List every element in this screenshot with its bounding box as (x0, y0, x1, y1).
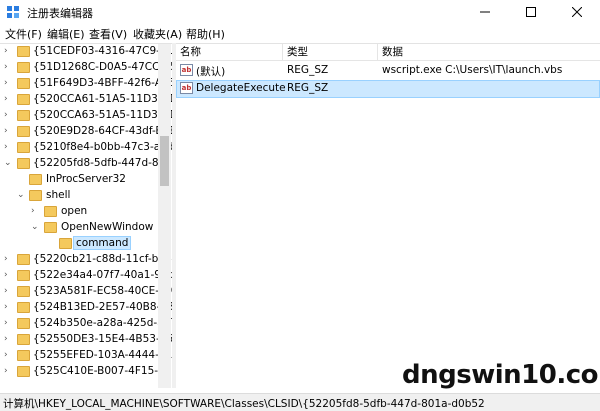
reg-string-icon: ab (180, 64, 193, 76)
tree-item-selected[interactable]: command (0, 236, 158, 252)
maximize-button[interactable] (508, 0, 554, 24)
tree-item[interactable]: › {5255EFED-103A-4444-B124 (0, 348, 172, 364)
folder-icon (17, 126, 30, 137)
menu-bar: 文件(F) 编辑(E) 查看(V) 收藏夹(A) 帮助(H) (0, 24, 600, 43)
folder-icon (44, 206, 57, 217)
tree-item[interactable]: › {520CCA61-51A5-11D3-914 (0, 92, 172, 108)
menu-file[interactable]: 文件(F) (5, 26, 42, 42)
tree-item[interactable]: › open (0, 204, 158, 220)
reg-string-icon: ab (180, 82, 193, 94)
menu-favorites[interactable]: 收藏夹(A) (133, 26, 182, 42)
chevron-right-icon[interactable]: › (4, 303, 13, 312)
chevron-right-icon[interactable]: › (4, 111, 13, 120)
tree-item[interactable]: InProcServer32 (0, 172, 158, 188)
status-bar: 计算机\HKEY_LOCAL_MACHINE\SOFTWARE\Classes\… (0, 393, 600, 411)
folder-icon (17, 254, 30, 265)
chevron-right-icon[interactable]: › (4, 79, 13, 88)
menu-help[interactable]: 帮助(H) (186, 26, 225, 42)
chevron-right-icon[interactable]: › (4, 351, 13, 360)
folder-icon (17, 350, 30, 361)
tree-item[interactable]: › {51CEDF03-4316-47C9-8100 (0, 44, 172, 60)
menu-edit[interactable]: 编辑(E) (47, 26, 85, 42)
folder-icon (17, 334, 30, 345)
value-name: DelegateExecute (196, 82, 286, 94)
folder-icon (59, 238, 72, 249)
chevron-right-icon[interactable]: › (31, 207, 40, 216)
folder-icon (17, 158, 30, 169)
chevron-right-icon[interactable]: › (4, 287, 13, 296)
tree-item[interactable]: › {5220cb21-c88d-11cf-b347 (0, 252, 172, 268)
tree-item[interactable]: › {51F649D3-4BFF-42f6-A253 (0, 76, 172, 92)
value-data: wscript.exe C:\Users\IT\launch.vbs (382, 64, 563, 76)
folder-icon (17, 366, 30, 377)
folder-icon (44, 222, 57, 233)
close-button[interactable] (554, 0, 600, 24)
folder-icon (17, 318, 30, 329)
folder-icon (17, 78, 30, 89)
value-list[interactable]: 名称 类型 数据 ab (默认) REG_SZ wscript.exe C:\U… (176, 43, 600, 388)
folder-icon (29, 174, 42, 185)
tree-item[interactable]: › {525C410E-B007-4F15-81DE (0, 364, 172, 380)
tree-item-expanded[interactable]: ⌄ OpenNewWindow (0, 220, 158, 236)
chevron-right-icon[interactable]: › (4, 335, 13, 344)
list-header: 名称 类型 数据 (176, 44, 600, 61)
folder-icon (17, 110, 30, 121)
chevron-right-icon[interactable]: › (4, 255, 13, 264)
folder-icon (17, 286, 30, 297)
tree-item[interactable]: › {524B13ED-2E57-40B8-B80 (0, 300, 172, 316)
chevron-right-icon[interactable]: › (4, 367, 13, 376)
chevron-down-icon[interactable]: ⌄ (17, 191, 26, 200)
tree-item-expanded[interactable]: ⌄ shell (0, 188, 158, 204)
minimize-icon (480, 11, 490, 13)
tree-item[interactable]: › {520E9D28-64CF-43df-BEED (0, 124, 172, 140)
column-header-type[interactable]: 类型 (283, 44, 378, 61)
folder-icon (17, 46, 30, 57)
chevron-right-icon[interactable]: › (4, 271, 13, 280)
tree-item[interactable]: › {5210f8e4-b0bb-47c3-a8d9 (0, 140, 172, 156)
title-bar: 注册表编辑器 (0, 0, 600, 24)
chevron-right-icon[interactable]: › (4, 143, 13, 152)
value-type: REG_SZ (287, 64, 329, 76)
tree-item[interactable]: › {522e34a4-07f7-40a1-94d0 (0, 268, 172, 284)
folder-icon (17, 302, 30, 313)
folder-icon (17, 270, 30, 281)
chevron-right-icon[interactable]: › (4, 95, 13, 104)
list-row-default[interactable]: ab (默认) REG_SZ wscript.exe C:\Users\IT\l… (176, 62, 600, 80)
column-header-data[interactable]: 数据 (378, 44, 600, 61)
key-tree[interactable]: › {51CEDF03-4316-47C9-8100 › {51D1268C-D… (0, 43, 172, 388)
tree-scrollbar[interactable] (158, 44, 171, 388)
column-header-name[interactable]: 名称 (176, 44, 283, 61)
tree-item[interactable]: › {523A581F-EC58-40CE-99D3 (0, 284, 172, 300)
chevron-down-icon[interactable]: ⌄ (31, 223, 40, 232)
window-title: 注册表编辑器 (27, 7, 93, 20)
value-type: REG_SZ (287, 82, 329, 94)
folder-icon (17, 94, 30, 105)
tree-item[interactable]: › {524b350e-a28a-425d-a472 (0, 316, 172, 332)
chevron-right-icon[interactable]: › (4, 63, 13, 72)
watermark-logo: dngswin10.com (402, 360, 600, 390)
tree-scrollbar-thumb[interactable] (160, 136, 169, 186)
folder-icon (17, 142, 30, 153)
chevron-right-icon[interactable]: › (4, 319, 13, 328)
menu-view[interactable]: 查看(V) (89, 26, 127, 42)
chevron-down-icon[interactable]: ⌄ (4, 159, 13, 168)
list-row-delegateexecute[interactable]: ab DelegateExecute REG_SZ (176, 80, 600, 98)
minimize-button[interactable] (462, 0, 508, 24)
tree-item-expanded[interactable]: ⌄ {52205fd8-5dfb-447d-801a (0, 156, 172, 172)
tree-item[interactable]: › {52550DE3-15E4-4B53-967C (0, 332, 172, 348)
value-name: (默认) (196, 66, 226, 78)
chevron-right-icon[interactable]: › (4, 127, 13, 136)
tree-item[interactable]: › {51D1268C-D0A5-47CC-A51 (0, 60, 172, 76)
registry-icon (7, 6, 19, 18)
status-path: 计算机\HKEY_LOCAL_MACHINE\SOFTWARE\Classes\… (3, 398, 485, 410)
chevron-right-icon[interactable]: › (4, 47, 13, 56)
close-icon (572, 7, 582, 17)
tree-item[interactable]: › {520CCA63-51A5-11D3-914 (0, 108, 172, 124)
maximize-icon (526, 7, 536, 17)
folder-icon (17, 62, 30, 73)
folder-icon (29, 190, 42, 201)
